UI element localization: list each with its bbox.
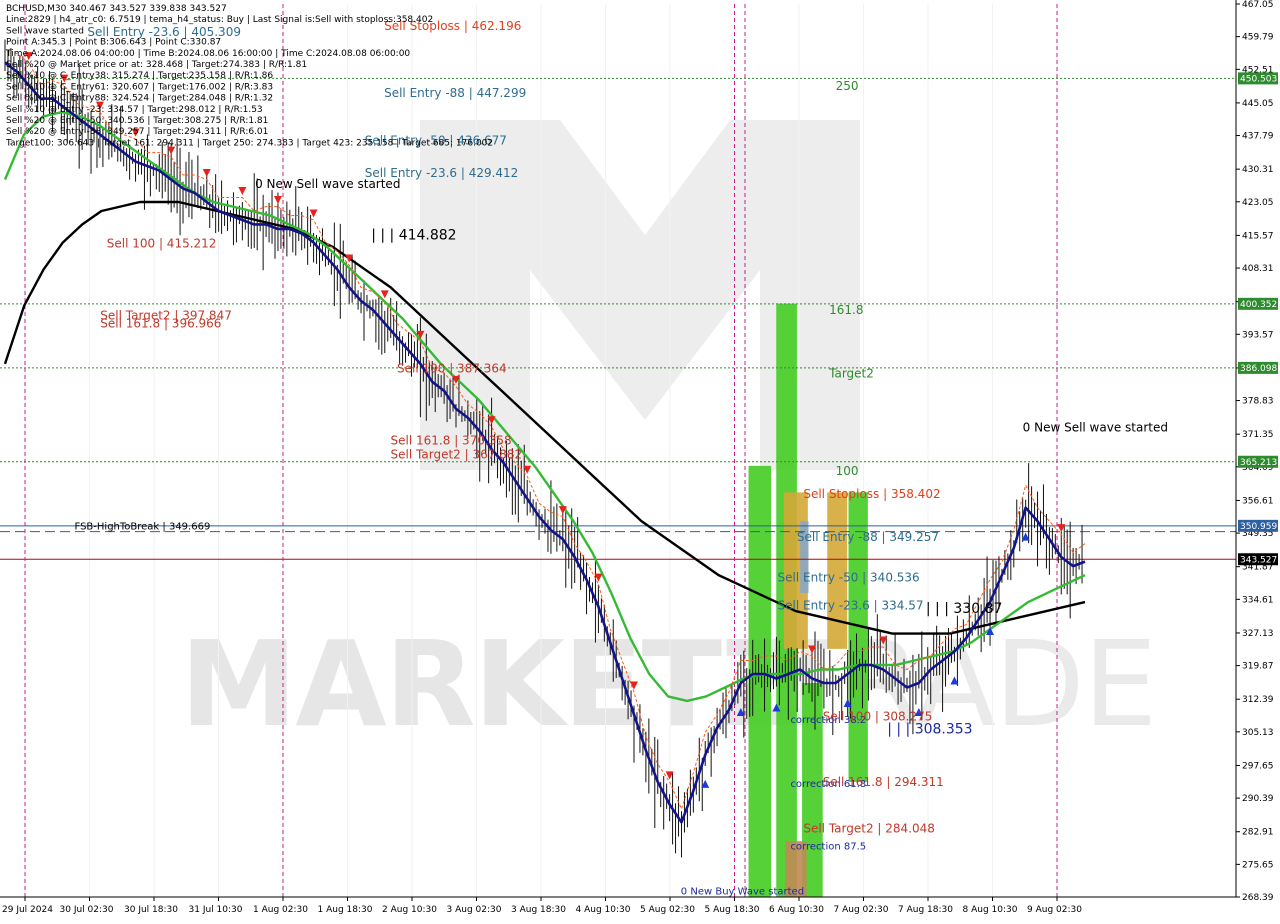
- svg-text:MARKETZ: MARKETZ: [180, 615, 804, 753]
- price-tick-label: 282.91: [1242, 828, 1274, 838]
- annotation-label: 161.8: [829, 303, 863, 317]
- annotation-label: 0 New Sell wave started: [255, 177, 400, 191]
- time-tick-label: 3 Aug 02:30: [447, 905, 502, 915]
- info-line: Sell wave started: [6, 26, 84, 36]
- annotation-label: 0 New Buy Wave started: [681, 887, 804, 898]
- price-tick-label: 378.83: [1242, 397, 1274, 407]
- info-line: Sell %20 @ Entry -88: 349.257 | Target:2…: [6, 127, 268, 137]
- time-tick-label: 31 Jul 10:30: [189, 905, 243, 915]
- time-tick-label: 5 Aug 02:30: [640, 905, 695, 915]
- time-tick-label: 6 Aug 10:30: [769, 905, 824, 915]
- info-line: Sell %20 @ Market price or at: 328.468 |…: [6, 60, 307, 70]
- price-badge-label: 343.527: [1240, 555, 1277, 565]
- annotation-label: 250: [836, 79, 859, 93]
- price-tick-label: 275.65: [1242, 860, 1274, 870]
- info-line: Sell %10 @ C_Entry88: 324.524 | Target:2…: [6, 94, 273, 104]
- price-tick-label: 319.87: [1242, 662, 1274, 672]
- annotation-label: Target2: [828, 366, 874, 380]
- annotation-label: Sell 100 | 415.212: [107, 236, 217, 250]
- time-tick-label: 5 Aug 18:30: [705, 905, 760, 915]
- info-line: Sell %10 @ C_Entry61: 320.607 | Target:1…: [6, 82, 273, 92]
- price-tick-label: 268.39: [1242, 893, 1274, 903]
- annotation-label: Sell Target2 | 367.882: [391, 448, 523, 462]
- price-badge-label: 365.213: [1240, 458, 1277, 468]
- chart-svg[interactable]: MARKETZ TRADE Sell Entry -23.6 | 405.309…: [0, 0, 1280, 920]
- info-line: Time A:2024.08.06 04:00:00 | Time B:2024…: [5, 49, 410, 59]
- annotation-label: | | | 330.87: [926, 601, 1003, 617]
- chart-root: MARKETZ TRADE Sell Entry -23.6 | 405.309…: [0, 0, 1280, 920]
- annotation-label: | | | 308.353: [887, 722, 972, 738]
- price-tick-label: 393.57: [1242, 330, 1274, 340]
- info-line: Target100: 306.643 | Target 161: 294.311…: [5, 138, 493, 148]
- time-tick-label: 2 Aug 10:30: [382, 905, 437, 915]
- annotation-label: Sell Target2 | 284.048: [803, 822, 935, 836]
- time-tick-label: 8 Aug 10:30: [963, 905, 1018, 915]
- price-tick-label: 467.05: [1242, 0, 1274, 10]
- price-tick-label: 290.39: [1242, 794, 1274, 804]
- annotation-label: Sell 100 | 387.364: [397, 361, 507, 375]
- info-line: Line:2829 | h4_atr_c0: 6.7519 | tema_h4_…: [6, 15, 433, 25]
- time-tick-label: 7 Aug 02:30: [834, 905, 889, 915]
- info-line: BCHUSD,M30 340.467 343.527 339.838 343.5…: [6, 4, 227, 14]
- annotation-label: Sell Entry -23.6 | 334.57: [778, 599, 924, 613]
- price-badge-label: 400.352: [1240, 300, 1277, 310]
- annotation-label: Sell Entry -88 | 447.299: [384, 86, 526, 100]
- price-tick-label: 415.57: [1242, 231, 1274, 241]
- price-tick-label: 437.79: [1242, 132, 1274, 142]
- time-tick-label: 29 Jul 2024: [2, 905, 53, 915]
- time-tick-label: 9 Aug 02:30: [1027, 905, 1082, 915]
- annotation-label: Sell 161.8 | 294.311: [823, 775, 944, 789]
- time-tick-label: 1 Aug 02:30: [253, 905, 308, 915]
- price-tick-label: 297.65: [1242, 761, 1274, 771]
- price-badge-label: 386.098: [1240, 364, 1277, 374]
- price-tick-label: 423.05: [1242, 198, 1274, 208]
- annotation-label: | | | 414.882: [371, 227, 456, 243]
- price-tick-label: 408.31: [1242, 264, 1274, 274]
- time-tick-label: 30 Jul 02:30: [60, 905, 114, 915]
- price-tick-label: 459.79: [1242, 33, 1274, 43]
- annotation-label: Sell Stoploss | 358.402: [803, 487, 940, 501]
- annotation-label: correction 87.5: [790, 842, 866, 853]
- time-tick-label: 1 Aug 18:30: [318, 905, 373, 915]
- info-line: Point A:345.3 | Point B:306.643 | Point …: [6, 38, 221, 48]
- annotation-label: Sell 161.8 | 370.358: [391, 433, 512, 447]
- time-tick-label: 3 Aug 18:30: [511, 905, 566, 915]
- time-tick-label: 7 Aug 18:30: [898, 905, 953, 915]
- annotation-label: Sell Entry -88 | 349.257: [797, 530, 939, 544]
- price-tick-label: 445.05: [1242, 99, 1274, 109]
- price-tick-label: 430.31: [1242, 165, 1274, 175]
- annotation-label: Sell 161.8 | 396.966: [100, 316, 221, 330]
- info-line: Sell %20 @ Entry -50: 340.536 | Target:3…: [6, 116, 268, 126]
- annotation-label: FSB-HighToBreak | 349.669: [75, 522, 211, 533]
- price-badge-label: 450.503: [1240, 74, 1277, 84]
- price-tick-label: 371.35: [1242, 430, 1274, 440]
- price-tick-label: 334.61: [1242, 595, 1274, 605]
- info-line: Sell %10 @ Entry -23: 334.57 | Target:29…: [6, 105, 263, 115]
- price-tick-label: 327.13: [1242, 629, 1274, 639]
- annotation-label: Sell Entry -50 | 340.536: [778, 570, 920, 584]
- annotation-label: 100: [836, 464, 859, 478]
- time-tick-label: 4 Aug 10:30: [576, 905, 631, 915]
- info-line: Sell %10 @ C_Entry38: 315.274 | Target:2…: [6, 71, 273, 81]
- price-tick-label: 356.61: [1242, 496, 1274, 506]
- price-tick-label: 312.39: [1242, 695, 1274, 705]
- annotation-label: 0 New Sell wave started: [1023, 421, 1168, 435]
- price-tick-label: 305.13: [1242, 728, 1274, 738]
- time-tick-label: 30 Jul 18:30: [124, 905, 178, 915]
- price-badge-label: 350.959: [1240, 522, 1277, 532]
